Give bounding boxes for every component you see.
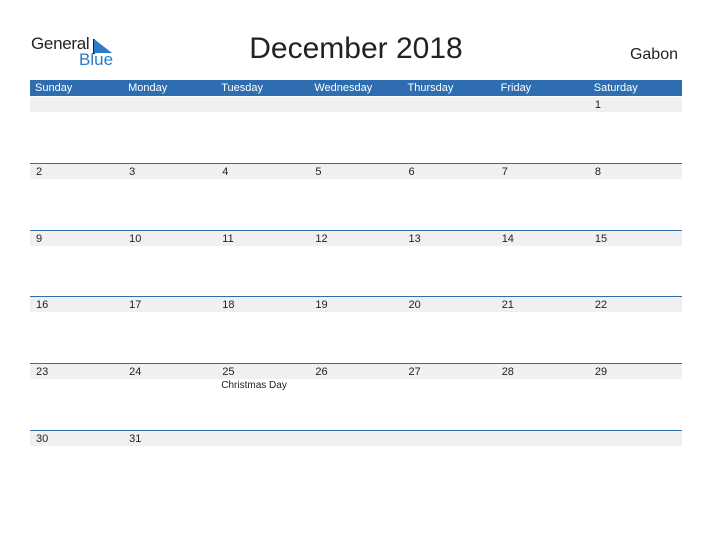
day-number: 19 — [315, 299, 328, 311]
day-cell: 7 — [496, 164, 589, 230]
day-cell: 20 — [403, 297, 496, 363]
day-number: 25 — [222, 366, 235, 378]
day-cell: 19 — [309, 297, 402, 363]
day-cell: 31 — [123, 431, 216, 497]
day-cell — [216, 431, 309, 497]
day-cell: 6 — [403, 164, 496, 230]
day-cell: 14 — [496, 231, 589, 297]
day-cell: 9 — [30, 231, 123, 297]
day-number: 14 — [501, 233, 514, 245]
day-number: 30 — [36, 433, 49, 445]
weekday-wednesday: Wednesday — [314, 82, 373, 94]
day-cell: 11 — [216, 231, 309, 297]
day-cell: 23 — [30, 364, 123, 430]
day-cell: 30 — [30, 431, 123, 497]
week-row: 23 24 25 Christmas Day 26 27 28 29 — [30, 363, 682, 430]
week-row: 16 17 18 19 20 21 22 — [30, 296, 682, 363]
day-cell: 21 — [496, 297, 589, 363]
day-cell: 8 — [589, 164, 682, 230]
day-number: 23 — [36, 366, 49, 378]
day-cell: 28 — [496, 364, 589, 430]
day-cell — [496, 97, 589, 163]
day-cell: 29 — [589, 364, 682, 430]
day-cell: 5 — [309, 164, 402, 230]
day-number: 10 — [129, 233, 142, 245]
day-number: 28 — [501, 366, 514, 378]
day-cell: 22 — [589, 297, 682, 363]
week-row: 30 31 — [30, 430, 682, 497]
day-number: 22 — [594, 299, 608, 311]
day-number: 15 — [594, 233, 608, 245]
day-number: 5 — [315, 166, 322, 178]
day-number: 20 — [408, 299, 421, 311]
weekday-thursday: Thursday — [407, 82, 454, 94]
day-cell — [123, 97, 216, 163]
day-cell: 25 Christmas Day — [216, 364, 309, 430]
day-number: 24 — [129, 366, 142, 378]
day-number: 16 — [36, 299, 49, 311]
weekday-tuesday: Tuesday — [221, 82, 264, 94]
day-number: 7 — [501, 166, 508, 178]
day-number: 4 — [222, 166, 229, 178]
week-row: 2 3 4 5 6 7 8 — [30, 163, 682, 230]
day-cell: 2 — [30, 164, 123, 230]
weekday-friday: Friday — [500, 82, 532, 94]
day-cell — [403, 431, 496, 497]
day-cell: 10 — [123, 231, 216, 297]
day-cell — [496, 431, 589, 497]
weekday-monday: Monday — [128, 82, 168, 94]
day-number: 6 — [408, 166, 415, 178]
week-row: 9 10 11 12 13 14 15 — [30, 230, 682, 297]
day-cell — [309, 97, 402, 163]
day-number: 11 — [222, 233, 234, 245]
day-number: 1 — [594, 99, 601, 111]
weekday-header: Sunday Monday Tuesday Wednesday Thursday… — [30, 80, 682, 96]
weekday-sunday: Sunday — [35, 82, 73, 94]
day-cell — [589, 431, 682, 497]
day-number: 17 — [129, 299, 142, 311]
day-cell: 15 — [589, 231, 682, 297]
weekday-saturday: Saturday — [593, 82, 638, 94]
day-number: 8 — [594, 166, 601, 178]
day-number: 12 — [315, 233, 328, 245]
day-cell — [309, 431, 402, 497]
day-cell: 26 — [309, 364, 402, 430]
day-cell: 18 — [216, 297, 309, 363]
calendar-title: December 2018 — [249, 32, 463, 65]
week-row: 1 — [30, 96, 682, 163]
day-number: 27 — [408, 366, 421, 378]
day-cell: 4 — [216, 164, 309, 230]
holiday-label: Christmas Day — [221, 380, 287, 391]
day-number: 26 — [315, 366, 328, 378]
day-number: 13 — [408, 233, 421, 245]
day-cell: 16 — [30, 297, 123, 363]
day-number: 9 — [36, 233, 43, 245]
day-number: 31 — [129, 433, 142, 445]
day-cell: 3 — [123, 164, 216, 230]
day-number: 3 — [129, 166, 136, 178]
country-label: Gabon — [629, 46, 678, 63]
day-number: 29 — [594, 366, 608, 378]
day-cell — [216, 97, 309, 163]
day-cell: 1 — [589, 97, 682, 163]
day-number: 2 — [36, 166, 43, 178]
day-cell: 12 — [309, 231, 402, 297]
day-cell: 17 — [123, 297, 216, 363]
day-cell: 13 — [403, 231, 496, 297]
day-number: 21 — [501, 299, 514, 311]
day-cell — [30, 97, 123, 163]
day-cell: 24 — [123, 364, 216, 430]
day-number: 18 — [222, 299, 235, 311]
day-cell: 27 — [403, 364, 496, 430]
day-cell — [403, 97, 496, 163]
